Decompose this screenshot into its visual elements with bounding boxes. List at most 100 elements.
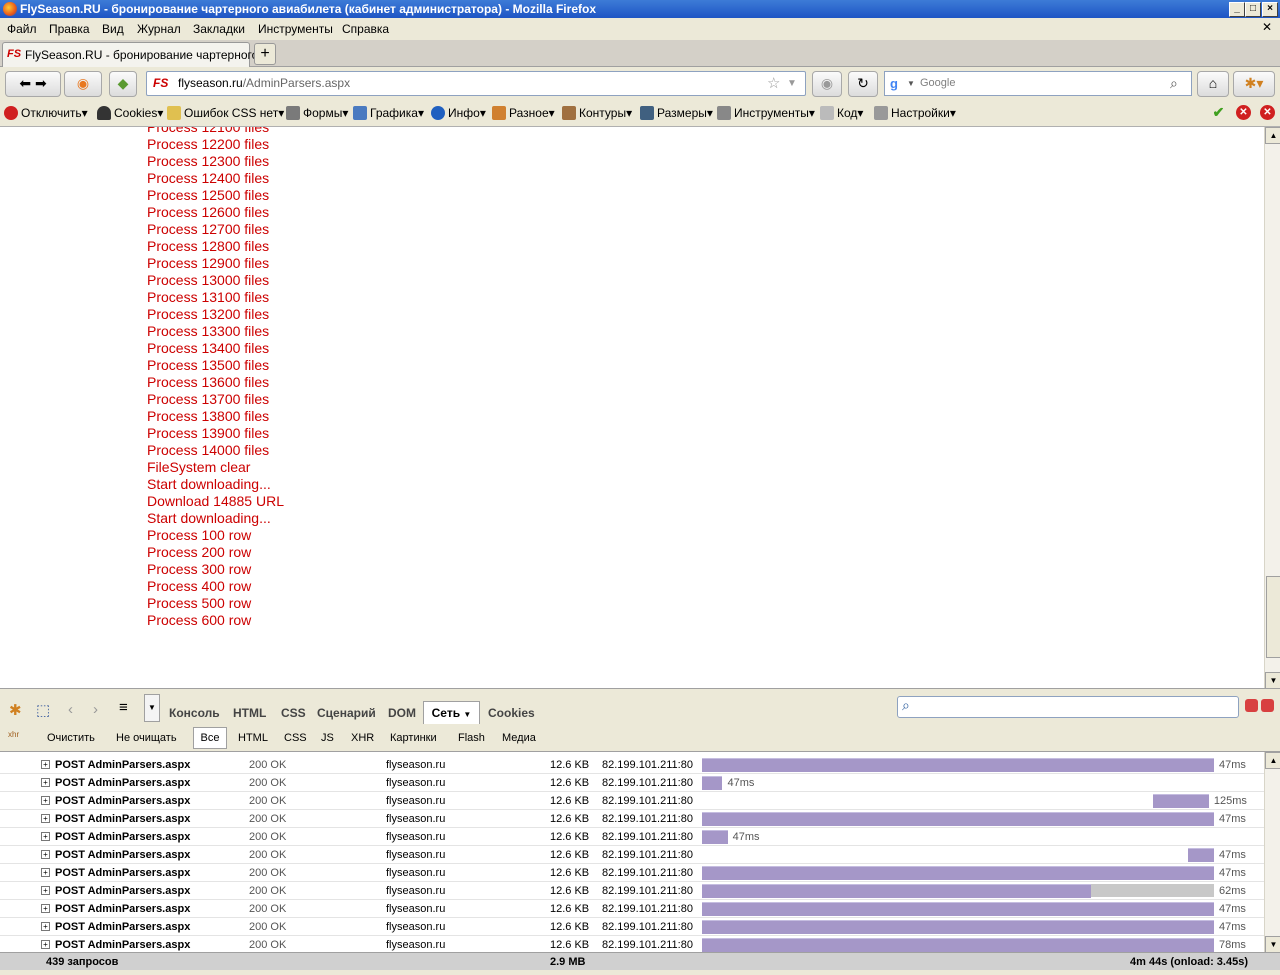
prev-icon[interactable]: ‹ [68,701,73,718]
timeline-bar[interactable] [702,938,1214,952]
maximize-icon[interactable]: □ [1245,2,1261,17]
forward-arrow-icon[interactable]: ➡ [35,75,47,91]
menu-help[interactable]: Справка [342,22,389,36]
timeline-bar[interactable] [1188,848,1214,862]
tab-flyseason[interactable]: FS FlySeason.RU - бронирование чартерног… [2,42,272,67]
next-icon[interactable]: › [93,701,98,718]
timeline-bar[interactable] [702,920,1214,934]
filter-xhr[interactable]: XHR [351,732,374,744]
timeline-bar[interactable] [702,830,728,844]
wd-disable[interactable]: Отключить▾ [4,106,88,120]
close-window-icon[interactable]: × [1262,2,1278,17]
expand-icon[interactable]: + [41,832,50,841]
request-url[interactable]: POST AdminParsers.aspx [55,885,190,897]
wd-outline[interactable]: Контуры▾ [562,106,632,120]
filter-flash[interactable]: Flash [458,732,485,744]
timeline-bar[interactable] [702,902,1214,916]
reload-icon[interactable]: ↻ [848,71,878,97]
filter-images[interactable]: Картинки [390,732,437,744]
wd-tools[interactable]: Инструменты▾ [717,106,815,120]
request-url[interactable]: POST AdminParsers.aspx [55,849,190,861]
expand-icon[interactable]: + [41,778,50,787]
net-scroll-down-icon[interactable]: ▼ [1265,936,1280,953]
persist-button[interactable]: Не очищать [116,732,177,744]
wd-forms[interactable]: Формы▾ [286,106,348,120]
wd-misc[interactable]: Разное▾ [492,106,555,120]
filter-html[interactable]: HTML [238,732,268,744]
url-bar[interactable]: FS flyseason.ru/AdminParsers.aspx ☆ ▼ [146,71,806,96]
filter-js[interactable]: JS [321,732,334,744]
wd-options[interactable]: Настройки▾ [874,106,956,120]
tab-console[interactable]: Консоль [169,706,220,720]
xhr-icon[interactable]: xhr [8,730,19,739]
request-url[interactable]: POST AdminParsers.aspx [55,921,190,933]
table-row[interactable]: + POST AdminParsers.aspx 200 OK flyseason.r… [0,773,1264,792]
rss-icon[interactable]: ◉ [64,71,102,97]
tab-cookies[interactable]: Cookies [488,706,535,720]
search-icon[interactable]: ⌕ [1170,72,1178,95]
clear-button[interactable]: Очистить [47,732,95,744]
timeline-bar[interactable] [702,884,1092,898]
timeline-bar[interactable] [702,776,723,790]
menu-view[interactable]: Вид [102,22,124,36]
table-row[interactable]: + POST AdminParsers.aspx 200 OK flyseason.r… [0,755,1264,774]
expand-icon[interactable]: + [41,796,50,805]
wd-resize[interactable]: Размеры▾ [640,106,713,120]
net-scrollbar[interactable]: ▲ ▼ [1264,752,1280,953]
close-toolbar-icon[interactable]: ✕ [1260,105,1275,120]
scroll-up-icon[interactable]: ▲ [1265,127,1280,144]
detach-firebug-icon[interactable] [1261,699,1274,712]
search-field[interactable]: g ▼ Google ⌕ [884,71,1192,96]
expand-icon[interactable]: + [41,850,50,859]
table-row[interactable]: + POST AdminParsers.aspx 200 OK flyseason.r… [0,863,1264,882]
close-tab-bar-icon[interactable]: ✕ [1262,20,1272,34]
expand-icon[interactable]: + [41,814,50,823]
checkmark-icon[interactable]: ✔ [1211,105,1226,120]
back-forward-buttons[interactable]: ⬅ ➡ [5,71,61,97]
expand-icon[interactable]: + [41,904,50,913]
firebug-menu-icon[interactable]: ✱ [9,701,22,719]
home-icon[interactable]: ⌂ [1197,71,1229,97]
addon-icon[interactable]: ◆ [109,71,137,97]
menu-edit[interactable]: Правка [49,22,90,36]
firebug-icon[interactable]: ✱▾ [1233,71,1275,97]
timeline-bar[interactable] [702,812,1214,826]
menu-tools[interactable]: Инструменты [258,22,333,36]
table-row[interactable]: + POST AdminParsers.aspx 200 OK flyseason.r… [0,917,1264,936]
filter-media[interactable]: Медиа [502,732,536,744]
tab-dom[interactable]: DOM [388,706,416,720]
timeline-bar[interactable] [702,866,1214,880]
inspect-icon[interactable]: ⬚ [36,701,50,719]
star-bookmark-icon[interactable]: ☆ [767,72,780,95]
url-text[interactable]: flyseason.ru/AdminParsers.aspx [178,72,350,95]
minimize-icon[interactable]: _ [1229,2,1245,17]
filter-css[interactable]: CSS [284,732,307,744]
wd-css-errors[interactable]: Ошибок CSS нет▾ [167,106,284,120]
table-row[interactable]: + POST AdminParsers.aspx 200 OK flyseason.r… [0,845,1264,864]
tab-net[interactable]: Сеть ▼ [423,701,480,724]
table-row[interactable]: + POST AdminParsers.aspx 200 OK flyseason.r… [0,935,1264,952]
search-engine-dropdown-icon[interactable]: ▼ [907,72,915,95]
page-scrollbar[interactable]: ▲ ▼ [1264,127,1280,689]
net-scroll-up-icon[interactable]: ▲ [1265,752,1280,769]
timeline-bar[interactable] [702,758,1214,772]
firebug-search-input[interactable]: ⌕ [897,696,1239,718]
scroll-thumb[interactable] [1266,576,1280,658]
panel-dropdown-icon[interactable]: ▼ [144,694,160,722]
timeline-bar[interactable] [1152,794,1209,808]
back-arrow-icon[interactable]: ⬅ [19,75,31,91]
scroll-down-icon[interactable]: ▼ [1265,672,1280,689]
request-url[interactable]: POST AdminParsers.aspx [55,831,190,843]
menu-file[interactable]: Файл [7,22,37,36]
expand-icon[interactable]: + [41,940,50,949]
menu-bookmarks[interactable]: Закладки [193,22,245,36]
list-icon[interactable]: ≡ [119,699,128,716]
wd-images[interactable]: Графика▾ [353,106,424,120]
table-row[interactable]: + POST AdminParsers.aspx 200 OK flyseason.r… [0,899,1264,918]
table-row[interactable]: + POST AdminParsers.aspx 200 OK flyseason.r… [0,809,1264,828]
filter-all[interactable]: Все [193,727,227,749]
tab-css[interactable]: CSS [281,706,306,720]
error-icon[interactable]: ✕ [1236,105,1251,120]
menu-history[interactable]: Журнал [137,22,181,36]
request-url[interactable]: POST AdminParsers.aspx [55,903,190,915]
